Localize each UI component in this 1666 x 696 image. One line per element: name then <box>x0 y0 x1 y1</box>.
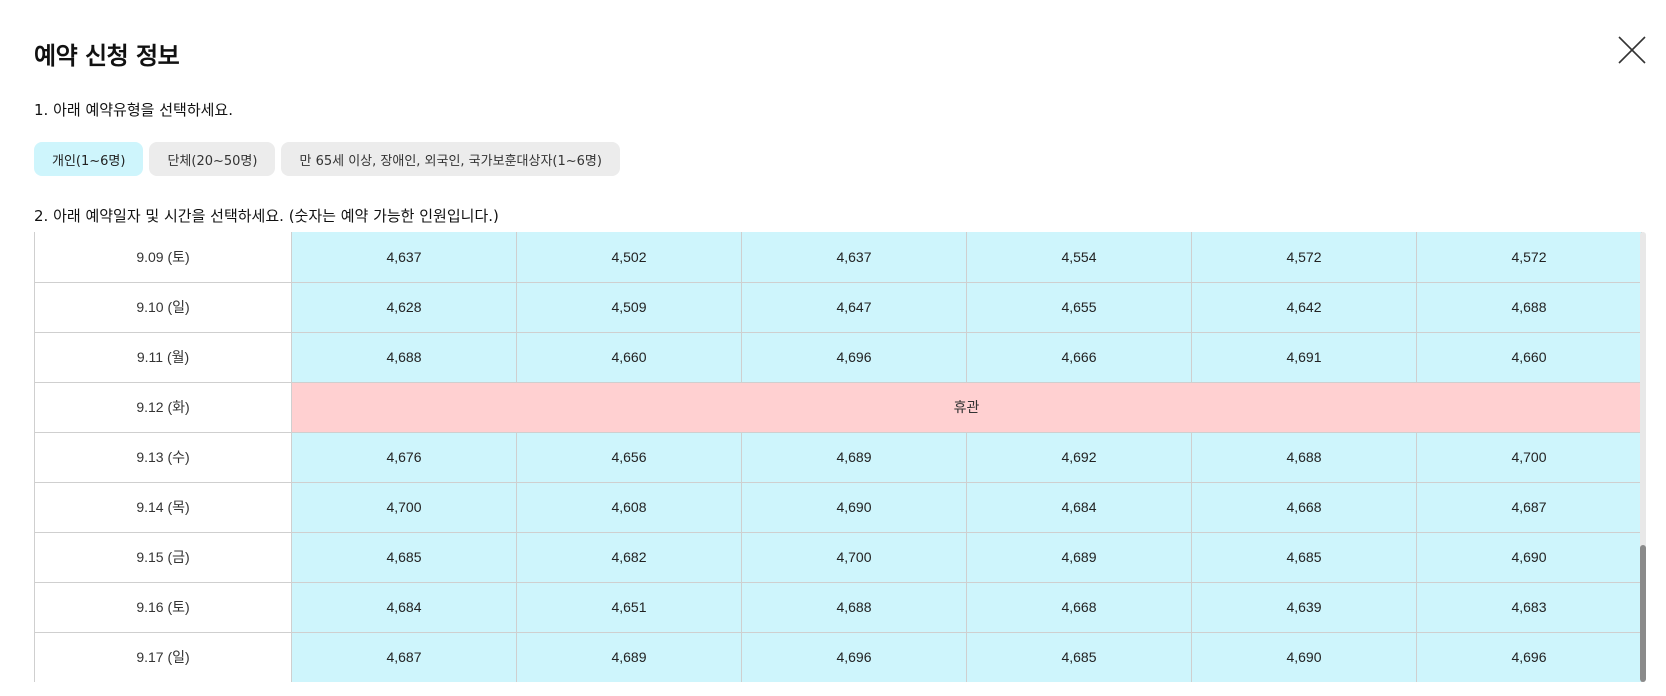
date-cell: 9.15 (금) <box>34 531 292 583</box>
time-slot-cell[interactable]: 4,637 <box>741 232 967 283</box>
time-slot-cell[interactable]: 4,572 <box>1191 232 1417 283</box>
date-cell: 9.11 (월) <box>34 331 292 383</box>
time-slot-cell[interactable]: 4,685 <box>1191 531 1417 583</box>
time-slot-cell[interactable]: 4,684 <box>291 581 517 633</box>
type-group-button[interactable]: 단체(20~50명) <box>149 142 276 176</box>
step2-instruction: 2. 아래 예약일자 및 시간을 선택하세요. (숫자는 예약 가능한 인원입니… <box>34 207 499 225</box>
reservation-type-tabs: 개인(1~6명) 단체(20~50명) 만 65세 이상, 장애인, 외국인, … <box>34 142 620 176</box>
time-slot-cell[interactable]: 4,502 <box>516 232 742 283</box>
step1-instruction: 1. 아래 예약유형을 선택하세요. <box>34 101 233 119</box>
schedule-row: 9.15 (금) 4,685 4,682 4,700 4,689 4,685 4,690 <box>34 531 1642 583</box>
closed-day-cell: 휴관 <box>291 381 1642 433</box>
time-slot-cell[interactable]: 4,687 <box>1416 481 1642 533</box>
time-slot-cell[interactable]: 4,700 <box>291 481 517 533</box>
time-slot-cell[interactable]: 4,690 <box>1191 631 1417 682</box>
time-slot-cell[interactable]: 4,692 <box>966 431 1192 483</box>
reservation-modal: 예약 신청 정보 1. 아래 예약유형을 선택하세요. 개인(1~6명) 단체(… <box>0 0 1666 696</box>
time-slot-cell[interactable]: 4,651 <box>516 581 742 633</box>
close-icon <box>1618 36 1646 64</box>
type-individual-button[interactable]: 개인(1~6명) <box>34 142 144 176</box>
time-slot-cell[interactable]: 4,689 <box>741 431 967 483</box>
time-slot-cell[interactable]: 4,696 <box>741 331 967 383</box>
time-slot-cell[interactable]: 4,639 <box>1191 581 1417 633</box>
time-slot-cell[interactable]: 4,682 <box>516 531 742 583</box>
time-slot-cell[interactable]: 4,687 <box>291 631 517 682</box>
time-slot-cell[interactable]: 4,685 <box>291 531 517 583</box>
page-title: 예약 신청 정보 <box>34 42 180 70</box>
time-slot-cell[interactable]: 4,689 <box>966 531 1192 583</box>
time-slot-cell[interactable]: 4,608 <box>516 481 742 533</box>
type-priority-button[interactable]: 만 65세 이상, 장애인, 외국인, 국가보훈대상자(1~6명) <box>281 142 620 176</box>
schedule-row: 9.13 (수) 4,676 4,656 4,689 4,692 4,688 4,700 <box>34 431 1642 483</box>
time-slot-cell[interactable]: 4,655 <box>966 281 1192 333</box>
time-slot-cell[interactable]: 4,691 <box>1191 331 1417 383</box>
schedule-table-body: 9.09 (토) 4,637 4,502 4,637 4,554 4,572 4,572 9.… <box>34 232 1642 682</box>
schedule-row: 9.10 (일) 4,628 4,509 4,647 4,655 4,642 4,688 <box>34 281 1642 333</box>
time-slot-cell[interactable]: 4,554 <box>966 232 1192 283</box>
date-cell: 9.14 (목) <box>34 481 292 533</box>
date-cell: 9.10 (일) <box>34 281 292 333</box>
time-slot-cell[interactable]: 4,700 <box>1416 431 1642 483</box>
vertical-scrollbar[interactable] <box>1640 232 1646 682</box>
time-slot-cell[interactable]: 4,676 <box>291 431 517 483</box>
date-cell: 9.12 (화) <box>34 381 292 433</box>
time-slot-cell[interactable]: 4,660 <box>1416 331 1642 383</box>
time-slot-cell[interactable]: 4,642 <box>1191 281 1417 333</box>
time-slot-cell[interactable]: 4,700 <box>741 531 967 583</box>
time-slot-cell[interactable]: 4,656 <box>516 431 742 483</box>
schedule-row: 9.12 (화) 휴관 <box>34 381 1642 433</box>
time-slot-cell[interactable]: 4,689 <box>516 631 742 682</box>
time-slot-cell[interactable]: 4,628 <box>291 281 517 333</box>
schedule-table: 9.09 (토) 4,637 4,502 4,637 4,554 4,572 4,572 9.… <box>34 232 1642 682</box>
date-cell: 9.16 (토) <box>34 581 292 633</box>
scrollbar-thumb[interactable] <box>1640 545 1646 682</box>
time-slot-cell[interactable]: 4,690 <box>741 481 967 533</box>
schedule-scroll-area[interactable]: 9.09 (토) 4,637 4,502 4,637 4,554 4,572 4,572 9.… <box>34 232 1642 682</box>
time-slot-cell[interactable]: 4,688 <box>741 581 967 633</box>
time-slot-cell[interactable]: 4,688 <box>291 331 517 383</box>
time-slot-cell[interactable]: 4,696 <box>741 631 967 682</box>
time-slot-cell[interactable]: 4,683 <box>1416 581 1642 633</box>
time-slot-cell[interactable]: 4,572 <box>1416 232 1642 283</box>
schedule-row: 9.09 (토) 4,637 4,502 4,637 4,554 4,572 4,572 <box>34 232 1642 283</box>
schedule-table-container: 9.09 (토) 4,637 4,502 4,637 4,554 4,572 4,572 9.… <box>34 232 1646 682</box>
time-slot-cell[interactable]: 4,668 <box>1191 481 1417 533</box>
time-slot-cell[interactable]: 4,668 <box>966 581 1192 633</box>
time-slot-cell[interactable]: 4,690 <box>1416 531 1642 583</box>
time-slot-cell[interactable]: 4,688 <box>1416 281 1642 333</box>
schedule-row: 9.17 (일) 4,687 4,689 4,696 4,685 4,690 4,696 <box>34 631 1642 682</box>
time-slot-cell[interactable]: 4,637 <box>291 232 517 283</box>
close-button[interactable] <box>1616 34 1648 66</box>
date-cell: 9.09 (토) <box>34 232 292 283</box>
schedule-row: 9.14 (목) 4,700 4,608 4,690 4,684 4,668 4,687 <box>34 481 1642 533</box>
date-cell: 9.13 (수) <box>34 431 292 483</box>
time-slot-cell[interactable]: 4,509 <box>516 281 742 333</box>
schedule-row: 9.11 (월) 4,688 4,660 4,696 4,666 4,691 4,660 <box>34 331 1642 383</box>
time-slot-cell[interactable]: 4,684 <box>966 481 1192 533</box>
time-slot-cell[interactable]: 4,696 <box>1416 631 1642 682</box>
time-slot-cell[interactable]: 4,688 <box>1191 431 1417 483</box>
time-slot-cell[interactable]: 4,685 <box>966 631 1192 682</box>
schedule-row: 9.16 (토) 4,684 4,651 4,688 4,668 4,639 4,683 <box>34 581 1642 633</box>
date-cell: 9.17 (일) <box>34 631 292 682</box>
time-slot-cell[interactable]: 4,666 <box>966 331 1192 383</box>
time-slot-cell[interactable]: 4,660 <box>516 331 742 383</box>
time-slot-cell[interactable]: 4,647 <box>741 281 967 333</box>
